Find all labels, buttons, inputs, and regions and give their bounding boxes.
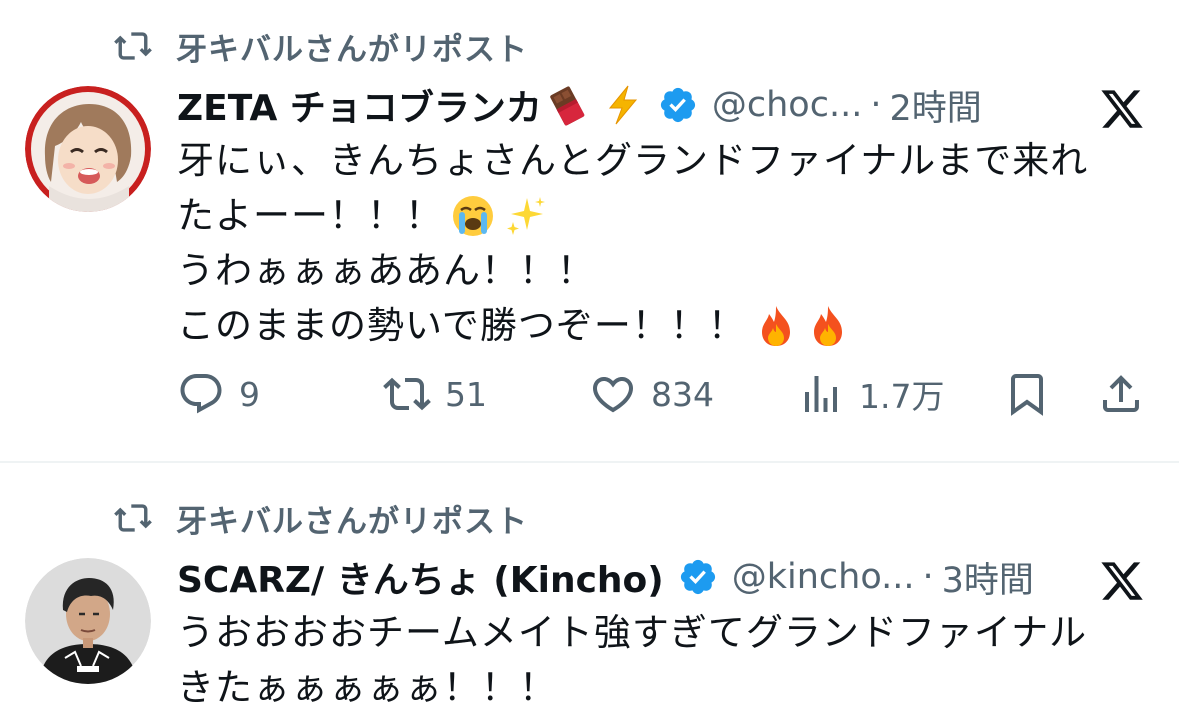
repost-indicator: 牙キバルさんがリポスト (112, 498, 528, 540)
post-header: ZETA チョコブランカ @choc... · 2時間 (177, 80, 982, 130)
like-count: 834 (651, 374, 714, 414)
fire-icon (761, 305, 790, 346)
loudly-crying-face-icon (453, 195, 493, 236)
post-body: うおおおおチームメイト強すぎてグランドファイナル きたぁぁぁぁぁ！！！ (177, 605, 1087, 715)
heart-icon (592, 377, 634, 413)
repost-icon (383, 377, 431, 411)
like-button[interactable]: 834 (589, 370, 714, 418)
post-item[interactable]: 牙キバルさんがリポスト ZETA チョコブランカ @choc... · 2時間 … (0, 0, 1179, 462)
x-logo-icon[interactable] (1098, 86, 1146, 132)
display-name[interactable]: SCARZ/ きんちょ (Kincho) (177, 551, 664, 603)
avatar[interactable] (25, 86, 151, 212)
high-voltage-icon (608, 85, 637, 125)
x-logo-icon[interactable] (1098, 558, 1146, 604)
post-timestamp[interactable]: 2時間 (889, 80, 981, 131)
post-item[interactable]: 牙キバルさんがリポスト SCARZ/ きんちょ (Kincho) @kincho… (0, 462, 1179, 727)
repost-indicator: 牙キバルさんがリポスト (112, 26, 528, 68)
reply-count: 9 (239, 374, 260, 414)
post-header: SCARZ/ きんちょ (Kincho) @kincho... · 3時間 (177, 552, 1034, 602)
post-text-line: うわぁぁぁああん！！！ (177, 249, 595, 292)
repost-count: 51 (445, 374, 487, 414)
user-handle[interactable]: @kincho... (732, 557, 915, 597)
post-text-line: きたぁぁぁぁぁ！！！ (177, 666, 557, 709)
user-handle[interactable]: @choc... (712, 85, 862, 125)
repost-button[interactable]: 51 (383, 370, 487, 418)
avatar[interactable] (25, 558, 151, 684)
repost-label: 牙キバルさんがリポスト (176, 31, 528, 68)
bookmark-icon (1011, 374, 1043, 416)
separator-dot: · (922, 557, 934, 597)
views-button[interactable]: 1.7万 (797, 370, 944, 418)
share-icon (1103, 375, 1139, 412)
repost-icon (114, 32, 152, 60)
post-timestamp[interactable]: 3時間 (942, 552, 1034, 603)
reply-icon (180, 374, 222, 414)
post-text-line: 牙にぃ、きんちょさんとグランドファイナルまで来れ (177, 139, 1089, 182)
post-text-line: うおおおおチームメイト強すぎてグランドファイナル (177, 611, 1088, 654)
view-count: 1.7万 (859, 377, 945, 416)
display-name[interactable]: ZETA チョコブランカ (177, 79, 542, 131)
bookmark-button[interactable] (1003, 370, 1065, 418)
post-actions: 9 51 834 1.7万 (177, 370, 1157, 422)
fire-icon (813, 305, 842, 346)
chocolate-bar-icon (550, 86, 585, 126)
post-text-line: たよーー！！！ (177, 188, 1088, 243)
separator-dot: · (870, 85, 882, 125)
verified-badge-icon[interactable] (658, 85, 698, 125)
repost-label: 牙キバルさんがリポスト (176, 503, 528, 540)
post-text-line: このままの勢いで勝つぞー！！！ (177, 298, 1088, 353)
reply-button[interactable]: 9 (177, 370, 260, 418)
verified-badge-icon[interactable] (678, 557, 718, 597)
analytics-icon (805, 376, 837, 412)
share-button[interactable] (1097, 370, 1159, 418)
repost-icon (114, 504, 152, 532)
sparkles-icon (507, 196, 545, 235)
post-body: 牙にぃ、きんちょさんとグランドファイナルまで来れ たよーー！！！ うわぁぁぁああ… (177, 133, 1088, 353)
